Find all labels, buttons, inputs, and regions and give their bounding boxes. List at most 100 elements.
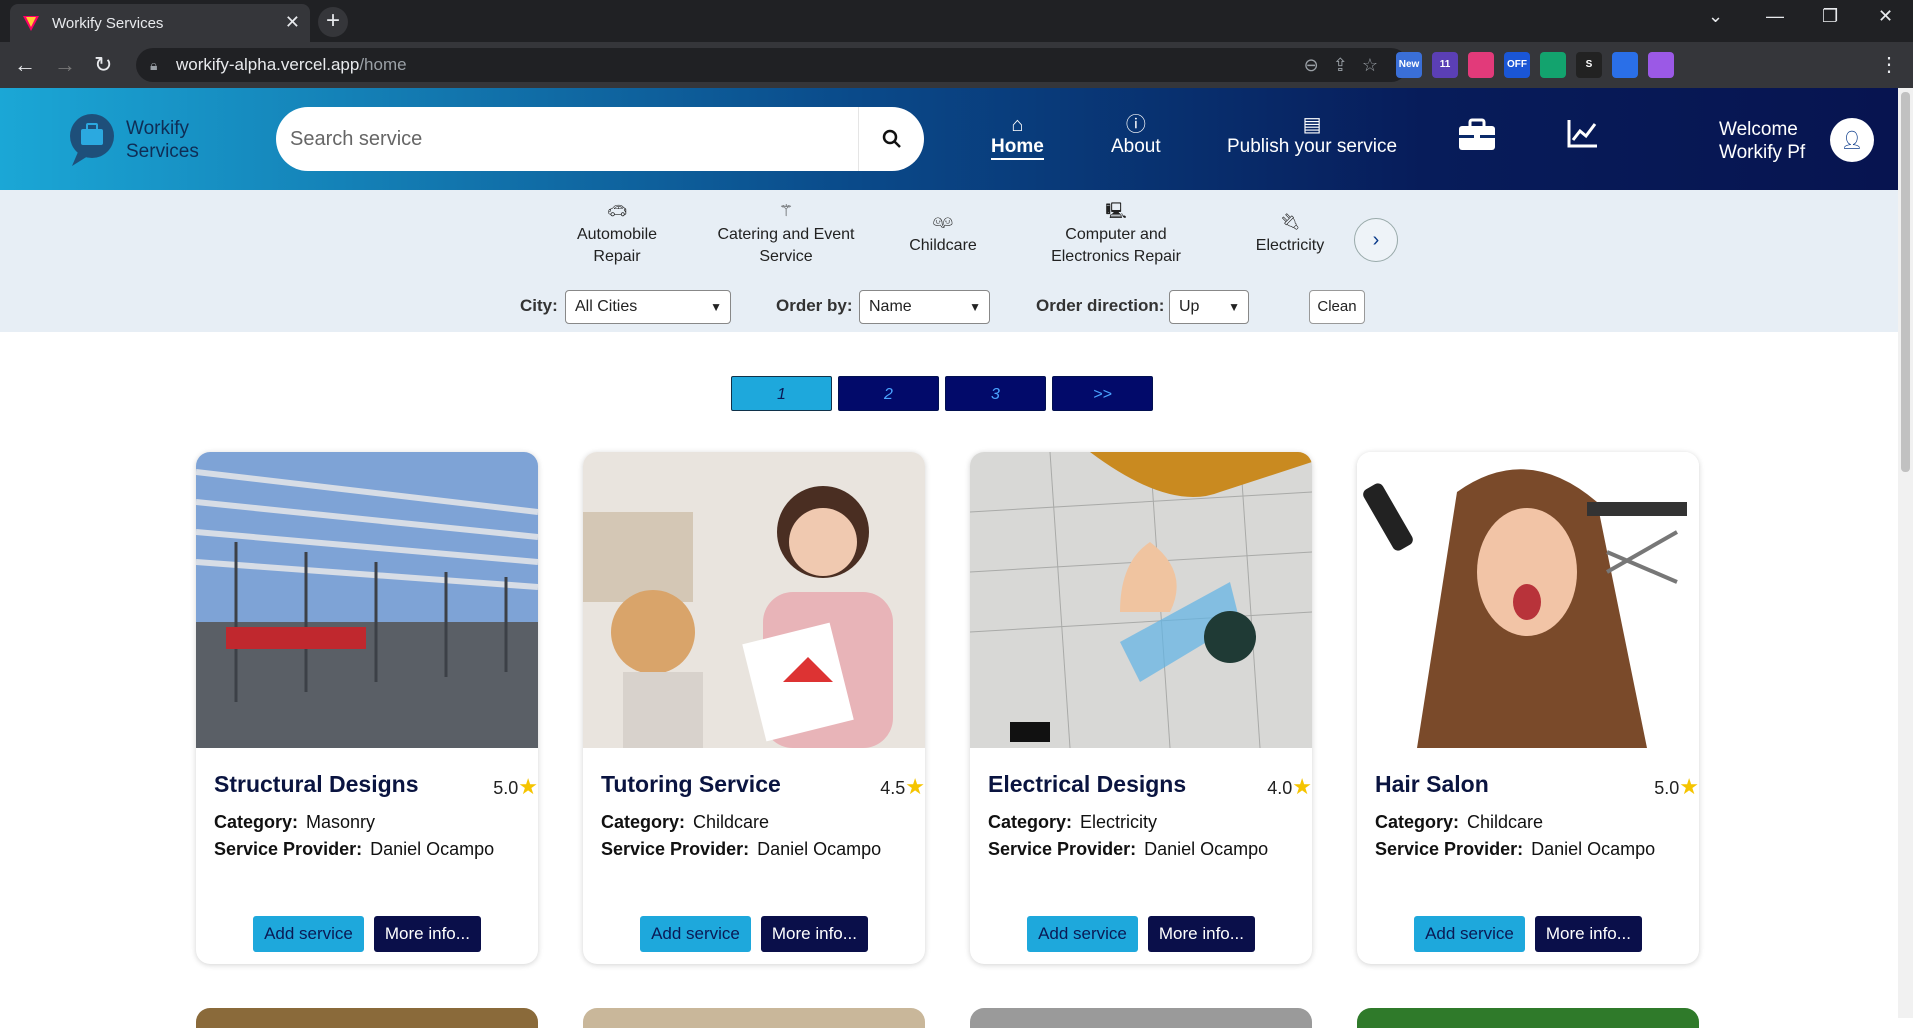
star-icon: ★: [905, 774, 925, 799]
extensions-area: New 11 OFF S: [1396, 52, 1674, 78]
provider-label: Service Provider:: [1375, 839, 1524, 859]
close-window-button[interactable]: ✕: [1878, 6, 1893, 27]
service-title: Hair Salon: [1375, 771, 1489, 797]
star-icon: ★: [1679, 774, 1699, 799]
nav-home[interactable]: ⌂ Home: [991, 114, 1044, 160]
pagination: 1 2 3 >>: [731, 376, 1153, 411]
chrome-menu-icon[interactable]: ⋮: [1879, 52, 1899, 77]
add-service-button[interactable]: Add service: [1027, 916, 1138, 952]
category-electricity[interactable]: 🔌︎ Electricity: [1243, 211, 1337, 257]
order-direction-select[interactable]: Up ▼: [1169, 290, 1249, 324]
page-button-3[interactable]: 3: [945, 376, 1046, 411]
reload-icon[interactable]: ↻: [94, 52, 112, 78]
star-icon: ★: [1292, 774, 1312, 799]
category-automobile-repair[interactable]: 🚗︎ Automobile Repair: [563, 200, 671, 268]
check-extension-icon[interactable]: [1612, 52, 1638, 78]
add-service-button[interactable]: Add service: [253, 916, 364, 952]
more-info-button[interactable]: More info...: [1147, 916, 1255, 952]
nav-about[interactable]: ⓘ About: [1111, 114, 1161, 158]
workify-favicon-icon: [23, 16, 39, 31]
welcome-line1: Welcome: [1719, 119, 1798, 140]
service-rating: 5.0★: [1654, 774, 1699, 800]
page-button-next[interactable]: >>: [1052, 376, 1153, 411]
green-extension-icon[interactable]: [1540, 52, 1566, 78]
service-title: Structural Designs: [214, 771, 419, 797]
order-by-select[interactable]: Name ▼: [859, 290, 990, 324]
add-service-button[interactable]: Add service: [640, 916, 751, 952]
category-label: Childcare: [909, 237, 977, 254]
page-button-2[interactable]: 2: [838, 376, 939, 411]
category-computer-repair[interactable]: 🖳 Computer and Electronics Repair: [1043, 200, 1189, 268]
city-select[interactable]: All Cities ▼: [565, 290, 731, 324]
add-service-button[interactable]: Add service: [1414, 916, 1525, 952]
card-actions: Add service More info...: [583, 916, 925, 952]
search-input[interactable]: [290, 127, 850, 151]
service-card: Electrical Designs 4.0★ Category: Electri…: [970, 452, 1312, 964]
nav-publish[interactable]: ▤ Publish your service: [1227, 114, 1397, 158]
info-icon: ⓘ: [1125, 114, 1146, 136]
minimize-button[interactable]: —: [1766, 6, 1784, 27]
category-label: Category:: [214, 812, 299, 832]
service-category: Category: Childcare: [601, 812, 769, 833]
logo[interactable]: Workify Services: [68, 112, 199, 168]
toolbox-icon[interactable]: [1457, 118, 1497, 152]
color-extension-icon[interactable]: [1468, 52, 1494, 78]
provider-label: Service Provider:: [988, 839, 1137, 859]
category-next-button[interactable]: ›: [1354, 218, 1398, 262]
more-info-button[interactable]: More info...: [760, 916, 868, 952]
site-header: Workify Services ⌂ Home ⓘ About ▤ Publis…: [0, 88, 1898, 190]
order-direction-label: Order direction:: [1036, 296, 1165, 315]
provider-value: Daniel Ocampo: [1531, 839, 1656, 859]
category-catering[interactable]: ⚚ Catering and Event Service: [713, 200, 859, 268]
share-icon[interactable]: ⇪: [1333, 55, 1362, 75]
service-card-peek: [196, 1008, 538, 1028]
service-rating: 5.0★: [493, 774, 538, 800]
s-extension-icon[interactable]: S: [1576, 52, 1602, 78]
service-provider: Service Provider: Daniel Ocampo: [601, 839, 881, 860]
browser-tab[interactable]: Workify Services ✕: [10, 4, 310, 42]
more-info-button[interactable]: More info...: [1534, 916, 1642, 952]
category-childcare[interactable]: 👫︎ Childcare: [900, 211, 986, 257]
computer-icon: 🖳: [1105, 203, 1127, 220]
service-card-peek: [1357, 1008, 1699, 1028]
close-tab-icon[interactable]: ✕: [285, 12, 300, 33]
search-button[interactable]: [858, 107, 924, 171]
11-extension-icon[interactable]: 11: [1432, 52, 1458, 78]
bookmark-star-icon[interactable]: ☆: [1362, 55, 1392, 75]
city-select-value: All Cities: [575, 298, 638, 315]
user-card-icon: 👤︎: [1840, 129, 1864, 150]
category-label: Electricity: [1255, 237, 1325, 254]
chevron-down-icon: ▼: [1228, 300, 1240, 314]
back-icon[interactable]: ←: [14, 52, 36, 78]
forward-icon[interactable]: →: [54, 52, 76, 78]
url-path: /home: [359, 55, 407, 74]
new-extension-icon[interactable]: New: [1396, 52, 1422, 78]
more-info-button[interactable]: More info...: [373, 916, 481, 952]
service-category: Category: Masonry: [214, 812, 375, 833]
address-bar[interactable]: 🔒︎ workify-alpha.vercel.app/home ⊖⇪☆: [136, 48, 1408, 82]
search-bar: [276, 107, 924, 171]
rating-value: 4.5: [880, 778, 906, 798]
scrollbar-thumb[interactable]: [1901, 92, 1910, 472]
order-by-label: Order by:: [776, 296, 853, 315]
order-by-select-value: Name: [869, 298, 912, 315]
off-extension-icon[interactable]: OFF: [1504, 52, 1530, 78]
restore-button[interactable]: ❐: [1822, 6, 1838, 27]
new-tab-button[interactable]: +: [318, 7, 348, 37]
category-value: Childcare: [693, 812, 770, 832]
children-icon: 👫︎: [932, 214, 954, 231]
order-direction-select-value: Up: [1179, 298, 1200, 315]
chart-line-icon[interactable]: [1567, 118, 1599, 148]
purple-extension-icon[interactable]: [1648, 52, 1674, 78]
service-card: Hair Salon 5.0★ Category: Childcare Servi…: [1357, 452, 1699, 964]
category-label: Category:: [601, 812, 686, 832]
tab-search-icon[interactable]: ⌄: [1708, 6, 1723, 27]
clean-filters-button[interactable]: Clean: [1309, 290, 1365, 324]
category-label: Category:: [988, 812, 1073, 832]
rating-value: 4.0: [1267, 778, 1293, 798]
page-button-1[interactable]: 1: [731, 376, 832, 411]
service-rating: 4.0★: [1267, 774, 1312, 800]
star-icon: ★: [518, 774, 538, 799]
zoom-icon[interactable]: ⊖: [1304, 55, 1333, 75]
user-profile-button[interactable]: 👤︎: [1830, 118, 1874, 162]
